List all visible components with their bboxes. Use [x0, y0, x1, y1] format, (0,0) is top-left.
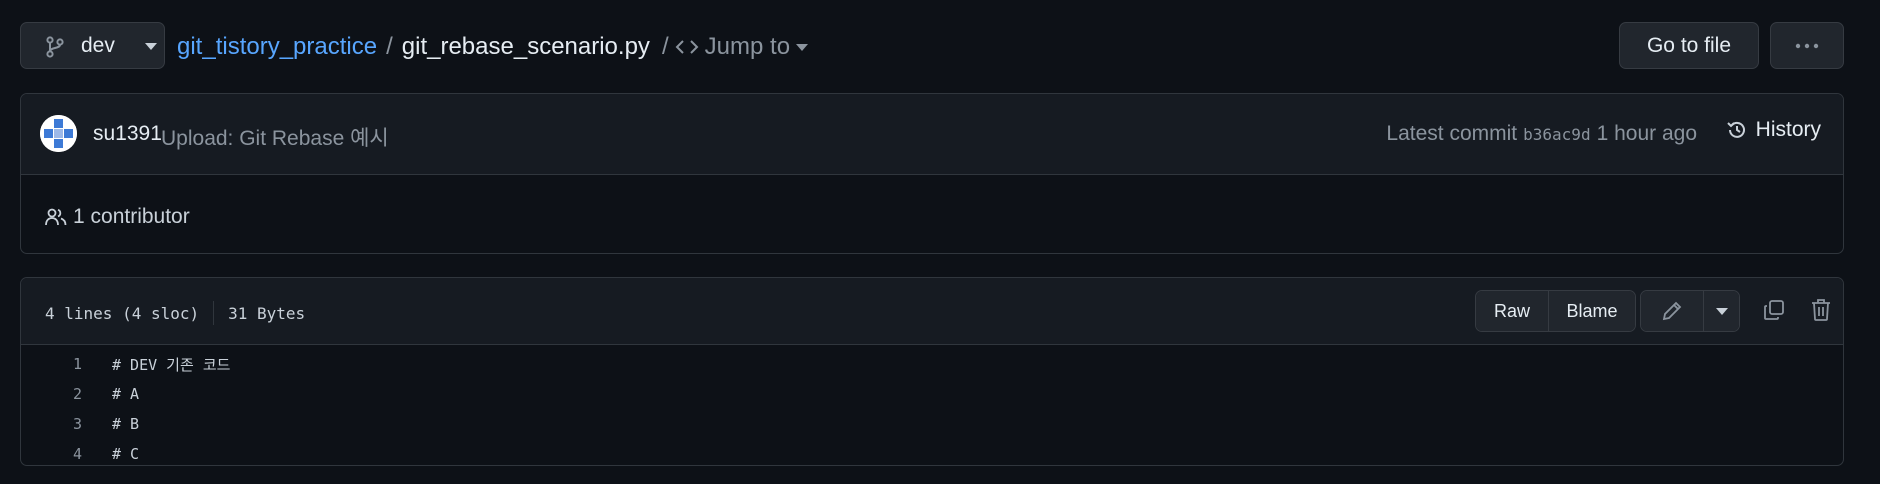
edit-file-button[interactable]	[1641, 291, 1703, 331]
line-text: # B	[112, 415, 140, 433]
file-header: 4 lines (4 sloc) 31 Bytes Raw Blame	[21, 278, 1843, 345]
contributors-label: 1 contributor	[73, 205, 190, 228]
pencil-icon	[1661, 300, 1683, 322]
commit-author[interactable]: su1391	[93, 122, 162, 146]
branch-select-button[interactable]: dev	[20, 22, 165, 69]
branch-name: dev	[81, 34, 115, 57]
copy-icon	[1762, 298, 1786, 322]
commit-sha[interactable]: b36ac9d	[1523, 125, 1590, 144]
divider	[213, 301, 215, 325]
history-link[interactable]: History	[1726, 118, 1821, 142]
file-name: git_rebase_scenario.py	[401, 33, 650, 60]
jump-separator: /	[662, 33, 669, 60]
go-to-file-button[interactable]: Go to file	[1619, 22, 1759, 69]
delete-button[interactable]	[1810, 298, 1832, 322]
avatar[interactable]	[40, 115, 77, 152]
file-lines-info: 4 lines (4 sloc)	[45, 303, 200, 323]
commit-box: su1391 Upload: Git Rebase 예시 Latest comm…	[20, 93, 1844, 254]
jump-to-label: Jump to	[704, 33, 791, 60]
line-text: # DEV 기존 코드	[112, 355, 231, 374]
blame-button[interactable]: Blame	[1548, 291, 1635, 331]
line-number[interactable]: 2	[21, 385, 82, 403]
line-number[interactable]: 1	[21, 355, 82, 373]
jump-to-dropdown[interactable]: / Jump to	[662, 33, 809, 61]
breadcrumb: git_tistory_practice / git_rebase_scenar…	[177, 33, 650, 61]
code-line: 1 # DEV 기존 코드	[21, 349, 1843, 379]
chevron-down-icon	[145, 43, 157, 50]
contributors-row[interactable]: 1 contributor	[45, 205, 190, 229]
edit-group	[1640, 290, 1740, 332]
line-text: # A	[112, 385, 140, 403]
latest-commit-label: Latest commit	[1386, 122, 1518, 145]
code-line: 3 # B	[21, 409, 1843, 439]
commit-message[interactable]: Upload: Git Rebase 예시	[161, 122, 389, 152]
latest-commit-bar: su1391 Upload: Git Rebase 예시 Latest comm…	[21, 94, 1843, 175]
history-label: History	[1755, 118, 1821, 141]
code-body: 1 # DEV 기존 코드 2 # A 3 # B 4 # C	[21, 345, 1843, 465]
commit-meta: Latest commit b36ac9d 1 hour ago	[1386, 122, 1697, 146]
line-number[interactable]: 3	[21, 415, 82, 433]
trash-icon	[1810, 298, 1832, 322]
chevron-down-icon	[1715, 307, 1728, 315]
code-line: 2 # A	[21, 379, 1843, 409]
file-viewer: 4 lines (4 sloc) 31 Bytes Raw Blame 1 # …	[20, 277, 1844, 466]
kebab-horizontal-icon	[1795, 43, 1819, 49]
history-icon	[1726, 119, 1748, 141]
chevron-down-icon	[796, 43, 809, 51]
file-info: 4 lines (4 sloc) 31 Bytes	[45, 301, 305, 325]
edit-dropdown-button[interactable]	[1703, 291, 1739, 331]
line-text: # C	[112, 445, 140, 463]
breadcrumb-separator: /	[386, 33, 393, 60]
line-number[interactable]: 4	[21, 445, 82, 463]
copy-button[interactable]	[1762, 298, 1786, 322]
more-options-button[interactable]	[1770, 22, 1844, 69]
git-branch-icon	[45, 36, 65, 58]
code-icon	[675, 38, 699, 56]
commit-time: 1 hour ago	[1596, 122, 1697, 145]
repo-link[interactable]: git_tistory_practice	[177, 33, 377, 61]
raw-blame-group: Raw Blame	[1475, 290, 1636, 332]
code-line: 4 # C	[21, 439, 1843, 465]
people-icon	[45, 207, 67, 227]
raw-button[interactable]: Raw	[1476, 291, 1548, 331]
file-size: 31 Bytes	[228, 303, 306, 323]
